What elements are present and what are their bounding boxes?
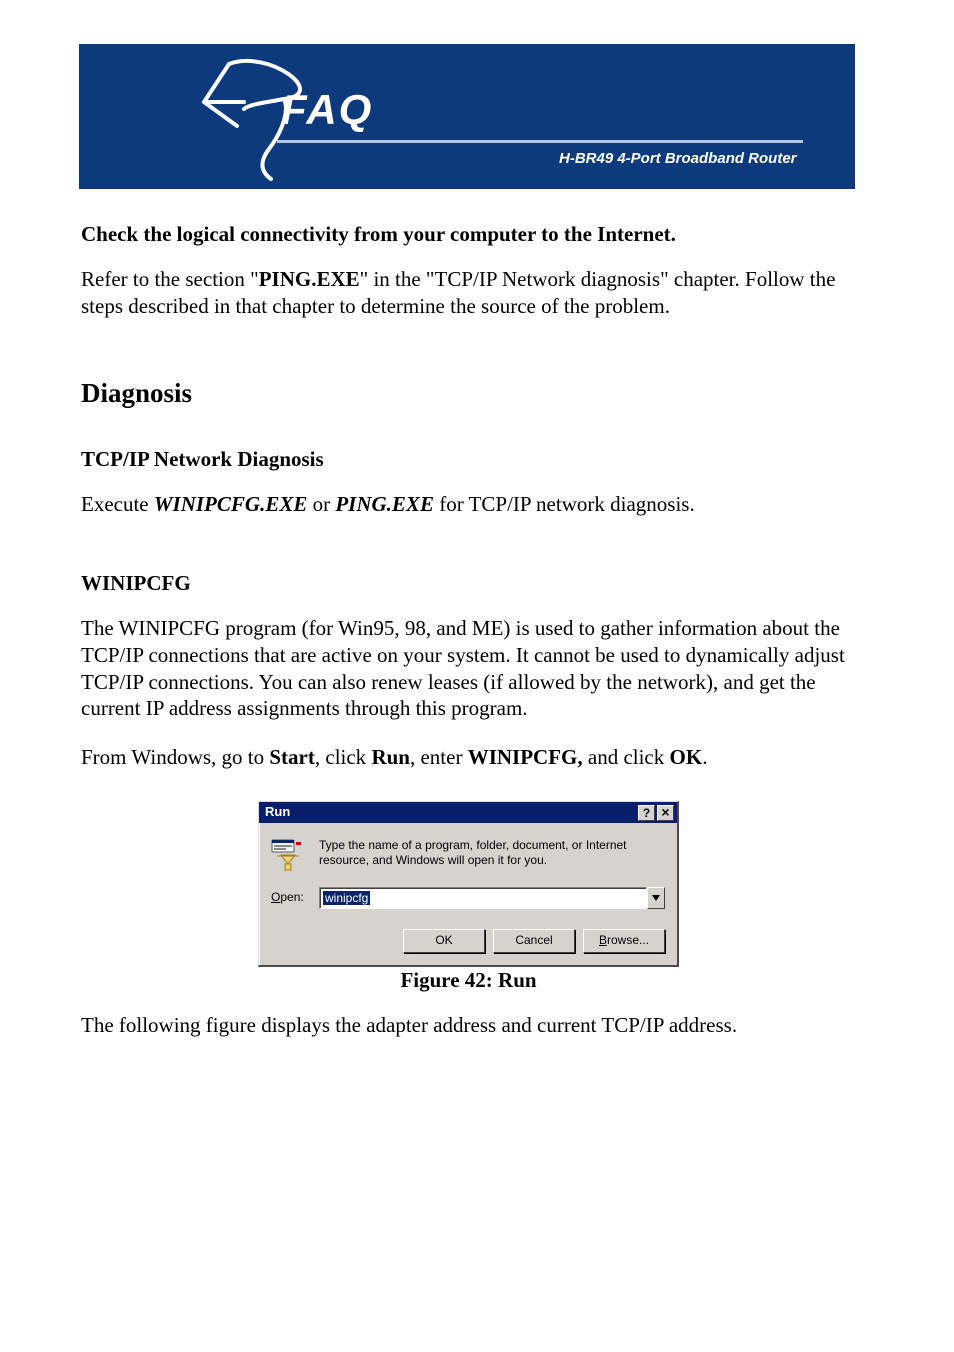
- paragraph-instructions: From Windows, go to Start, click Run, en…: [81, 744, 856, 771]
- open-combobox[interactable]: winipcfg: [319, 887, 665, 909]
- subhead-connectivity: Check the logical connectivity from your…: [81, 221, 856, 248]
- cancel-button[interactable]: Cancel: [493, 929, 575, 953]
- run-dialog: Run ? ×: [258, 801, 679, 967]
- open-input-value: winipcfg: [323, 891, 370, 905]
- text: for TCP/IP network diagnosis.: [434, 492, 695, 516]
- heading-diagnosis: Diagnosis: [81, 376, 856, 411]
- open-label-rest: pen:: [280, 890, 303, 904]
- paragraph-ping-ref: Refer to the section "PING.EXE" in the "…: [81, 266, 856, 320]
- paragraph-closing: The following figure displays the adapte…: [81, 1012, 856, 1039]
- faq-banner: FAQ H-BR49 4-Port Broadband Router: [79, 44, 855, 189]
- open-label: Open:: [271, 890, 307, 905]
- close-button[interactable]: ×: [657, 805, 674, 821]
- text-italic: WINIPCFG.EXE: [154, 492, 307, 516]
- figure-run-dialog: Run ? ×: [81, 801, 856, 967]
- text-bold: Start: [269, 745, 315, 769]
- open-label-underline: O: [271, 890, 280, 904]
- ok-button[interactable]: OK: [403, 929, 485, 953]
- page: FAQ H-BR49 4-Port Broadband Router Check…: [0, 44, 954, 1099]
- content: Check the logical connectivity from your…: [0, 189, 954, 1039]
- dialog-description: Type the name of a program, folder, docu…: [319, 837, 665, 868]
- text: , enter: [410, 745, 468, 769]
- chevron-down-icon: [652, 895, 660, 901]
- text-bold: OK: [670, 745, 703, 769]
- figure-caption: Figure 42: Run: [81, 967, 856, 994]
- browse-underline: B: [599, 933, 607, 948]
- dialog-body: Type the name of a program, folder, docu…: [259, 823, 677, 965]
- browse-rest: rowse...: [607, 933, 649, 948]
- open-row: Open: winipcfg: [271, 887, 665, 909]
- dialog-buttons: OK Cancel Browse...: [271, 929, 665, 953]
- text: .: [702, 745, 707, 769]
- text: , click: [315, 745, 372, 769]
- banner-underline: [277, 140, 803, 143]
- heading-tcpip: TCP/IP Network Diagnosis: [81, 446, 856, 473]
- text: and click: [583, 745, 670, 769]
- text: or: [307, 492, 335, 516]
- text-bold: PING.EXE: [259, 267, 360, 291]
- text-italic: PING.EXE: [335, 492, 434, 516]
- text: Refer to the section ": [81, 267, 259, 291]
- open-input[interactable]: winipcfg: [319, 887, 647, 909]
- product-name: H-BR49 4-Port Broadband Router: [559, 150, 797, 167]
- paragraph-winipcfg-desc: The WINIPCFG program (for Win95, 98, and…: [81, 615, 856, 723]
- run-icon: [271, 837, 305, 871]
- text: From Windows, go to: [81, 745, 269, 769]
- paragraph-execute: Execute WINIPCFG.EXE or PING.EXE for TCP…: [81, 491, 856, 518]
- dialog-top: Type the name of a program, folder, docu…: [271, 837, 665, 871]
- faq-title: FAQ: [281, 86, 373, 134]
- dropdown-button[interactable]: [647, 887, 665, 909]
- browse-button[interactable]: Browse...: [583, 929, 665, 953]
- text: Execute: [81, 492, 154, 516]
- dialog-title: Run: [265, 804, 636, 821]
- heading-winipcfg: WINIPCFG: [81, 570, 856, 597]
- titlebar: Run ? ×: [259, 802, 677, 823]
- help-button[interactable]: ?: [638, 805, 655, 821]
- text-bold: Run: [371, 745, 410, 769]
- text-bold: WINIPCFG,: [468, 745, 583, 769]
